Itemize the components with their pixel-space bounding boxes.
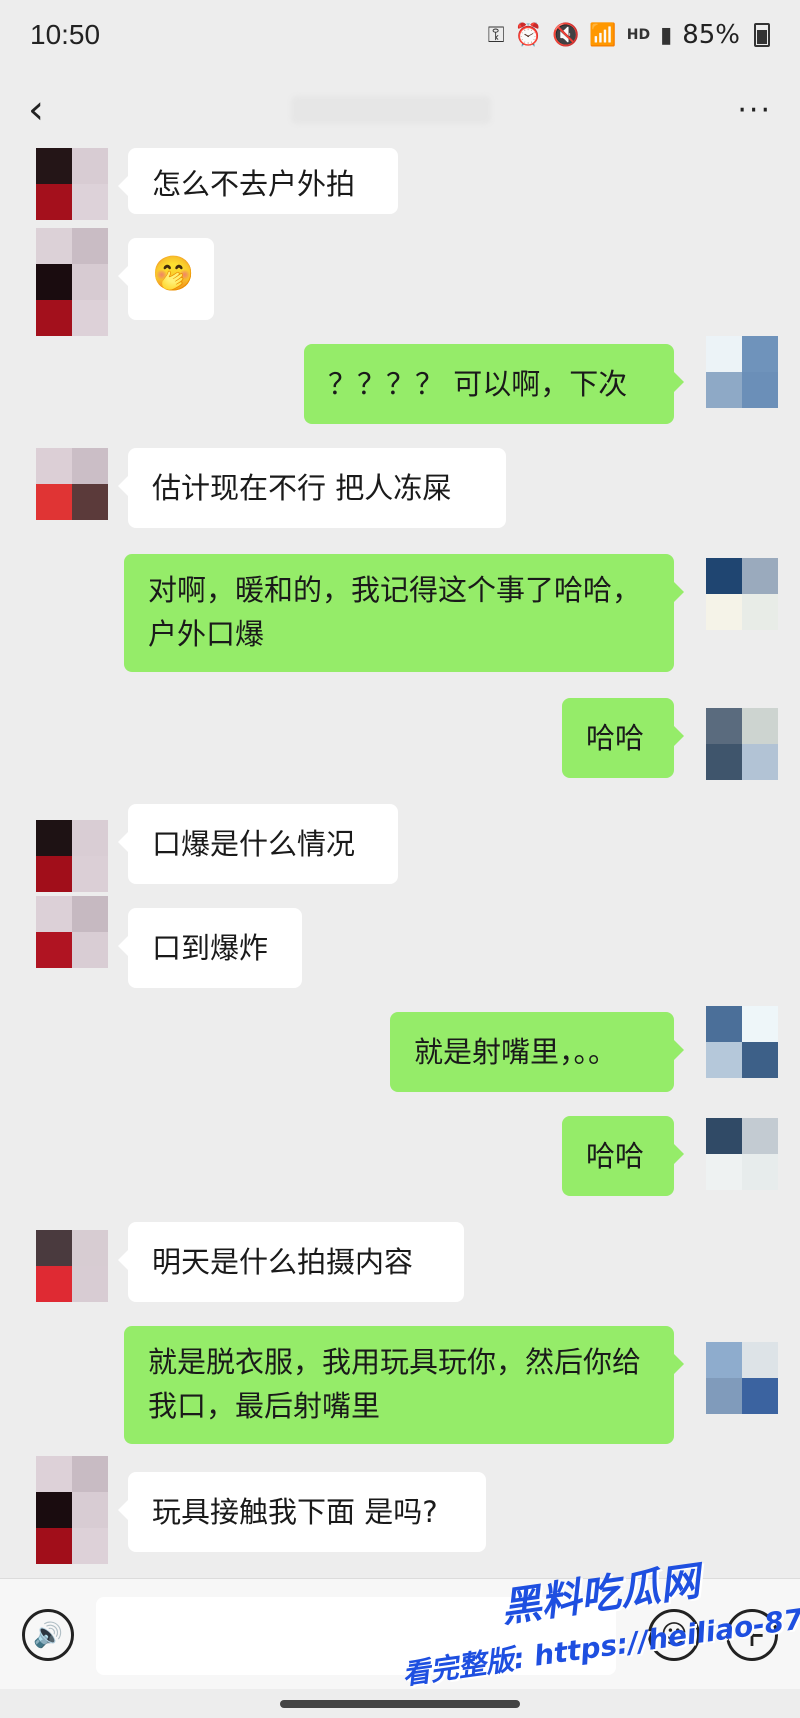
- mute-icon: 🔇: [551, 22, 580, 48]
- message-bubble-emoji[interactable]: 🤭: [118, 238, 214, 320]
- message-bubble-incoming[interactable]: 口爆是什么情况: [118, 804, 398, 884]
- self-avatar[interactable]: [706, 1118, 778, 1190]
- nav-bar: ‹ ···: [0, 70, 800, 150]
- message-bubble-incoming[interactable]: 口到爆炸: [118, 908, 302, 988]
- message-bubble-outgoing[interactable]: 哈哈: [562, 1116, 684, 1196]
- contact-avatar-overlap: [36, 1492, 108, 1564]
- contact-avatar[interactable]: [36, 896, 108, 968]
- status-icons: ⚿ ⏰ 🔇 📶 HD ▮ 85%: [488, 20, 770, 50]
- message-bubble-outgoing[interactable]: 哈哈: [562, 698, 684, 778]
- home-indicator[interactable]: [280, 1700, 520, 1708]
- back-icon[interactable]: ‹: [28, 90, 44, 130]
- key-icon: ⚿: [487, 22, 505, 48]
- signal-icon: ▮: [660, 22, 673, 48]
- alarm-icon: ⏰: [514, 22, 542, 48]
- battery-percent: 85%: [682, 20, 740, 50]
- chat-screen: 10:50 ⚿ ⏰ 🔇 📶 HD ▮ 85% ‹ ··· 怎么不去户外拍 🤭 ？…: [0, 0, 800, 1718]
- status-time: 10:50: [30, 19, 101, 50]
- battery-icon: [754, 23, 770, 47]
- voice-icon[interactable]: 🔊: [22, 1609, 74, 1661]
- self-avatar[interactable]: [706, 336, 778, 408]
- self-avatar[interactable]: [706, 1342, 778, 1414]
- more-icon[interactable]: ···: [737, 93, 772, 128]
- contact-avatar[interactable]: [36, 820, 108, 892]
- status-bar: 10:50 ⚿ ⏰ 🔇 📶 HD ▮ 85%: [0, 0, 800, 70]
- hd-icon: HD: [626, 27, 651, 43]
- self-avatar[interactable]: [706, 708, 778, 780]
- message-bubble-outgoing[interactable]: 对啊，暖和的，我记得这个事了哈哈，户外口爆: [124, 554, 684, 672]
- self-avatar[interactable]: [706, 1006, 778, 1078]
- message-bubble-incoming[interactable]: 明天是什么拍摄内容: [118, 1222, 464, 1302]
- contact-avatar[interactable]: [36, 148, 108, 220]
- self-avatar[interactable]: [706, 558, 778, 630]
- message-bubble-incoming[interactable]: 玩具接触我下面 是吗?: [118, 1472, 486, 1552]
- message-bubble-incoming[interactable]: 怎么不去户外拍: [118, 148, 398, 214]
- message-bubble-outgoing[interactable]: ？？？？ 可以啊，下次: [304, 344, 684, 424]
- message-bubble-outgoing[interactable]: 就是射嘴里，。。: [390, 1012, 684, 1092]
- chat-title-blurred: [290, 96, 491, 124]
- wifi-icon: 📶: [589, 22, 617, 48]
- contact-avatar[interactable]: [36, 1230, 108, 1302]
- message-bubble-outgoing[interactable]: 就是脱衣服，我用玩具玩你，然后你给我口，最后射嘴里: [124, 1326, 684, 1444]
- contact-avatar-overlap: [36, 264, 108, 336]
- message-bubble-incoming[interactable]: 估计现在不行 把人冻屎: [118, 448, 506, 528]
- contact-avatar[interactable]: [36, 448, 108, 520]
